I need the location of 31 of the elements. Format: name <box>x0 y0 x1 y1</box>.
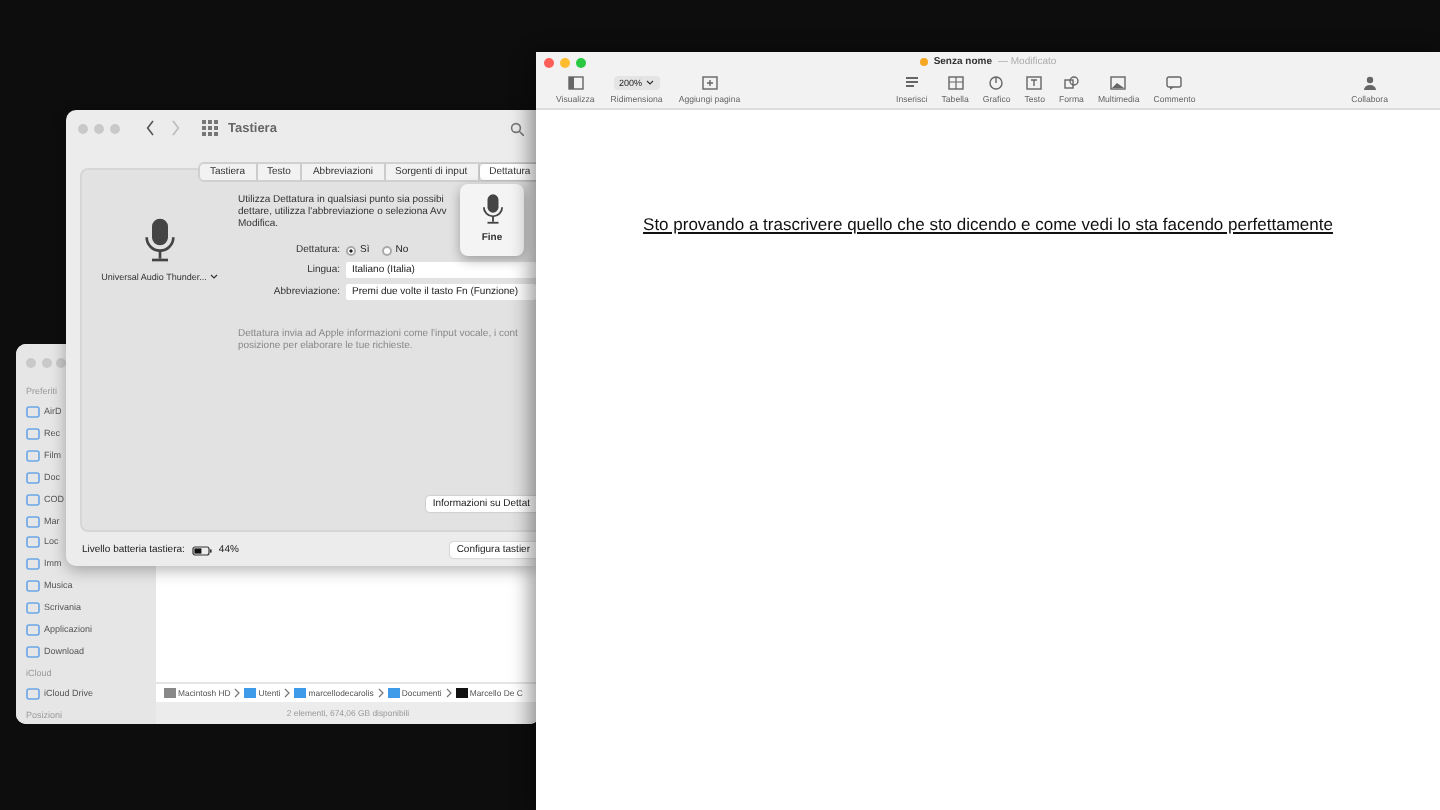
chevron-icon <box>234 688 241 698</box>
shapes-icon[interactable] <box>1063 76 1080 90</box>
microphone-icon <box>481 194 503 224</box>
person-icon[interactable] <box>1361 76 1378 90</box>
caret-icon <box>646 80 655 86</box>
sidebar-icon[interactable] <box>567 76 584 90</box>
grid-icon[interactable] <box>202 120 218 136</box>
search-icon[interactable] <box>510 121 524 135</box>
comment-icon[interactable] <box>1166 76 1183 90</box>
text-box-icon[interactable] <box>1026 76 1043 90</box>
radio-button[interactable] <box>381 245 392 255</box>
close-button[interactable] <box>544 58 554 68</box>
radio-button[interactable] <box>346 245 356 255</box>
folder-icon <box>26 686 40 701</box>
back-icon[interactable] <box>146 120 154 136</box>
table-icon[interactable] <box>947 76 964 90</box>
image-icon[interactable] <box>1110 76 1127 90</box>
folder-icon <box>244 686 257 700</box>
caret-icon <box>210 274 219 280</box>
battery-icon <box>192 545 213 555</box>
microphone-icon <box>144 218 176 262</box>
chart-icon[interactable] <box>988 76 1005 90</box>
chevron-icon <box>377 688 384 698</box>
folder-icon <box>387 686 400 700</box>
chevron-icon <box>284 688 291 698</box>
page-add-icon[interactable] <box>701 76 718 90</box>
document-icon <box>455 686 468 700</box>
folder-icon <box>294 686 307 700</box>
paragraph-icon[interactable] <box>903 76 920 90</box>
chevron-icon <box>445 688 452 698</box>
document-text: Sto provando a trascrivere quello che sto dicendo e come vedi lo sta facendo perfettamente <box>643 214 1333 236</box>
